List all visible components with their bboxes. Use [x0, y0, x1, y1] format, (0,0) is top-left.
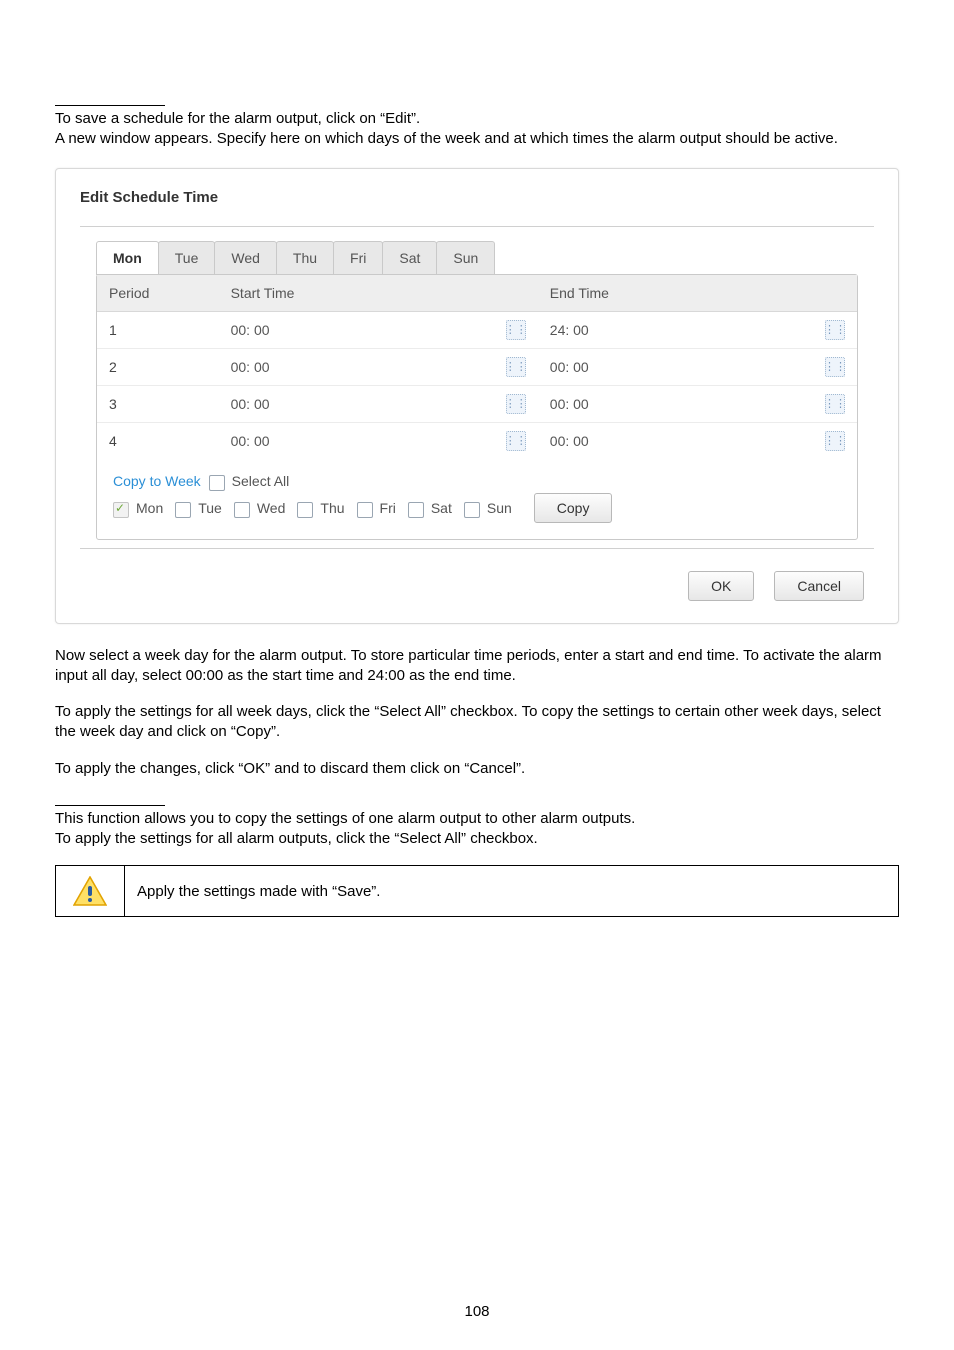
copy-day-mon-checkbox	[113, 502, 129, 518]
schedule-table: Period Start Time End Time 100: 00⋮⋮24: …	[97, 275, 857, 459]
copy-day-fri-checkbox[interactable]	[357, 502, 373, 518]
end-time-value[interactable]: 00: 00	[550, 433, 819, 449]
body-p2: To apply the settings for all week days,…	[55, 702, 899, 743]
body-p1: Now select a week day for the alarm outp…	[55, 646, 899, 687]
tab-sat[interactable]: Sat	[382, 241, 437, 274]
end-time-cell: 24: 00 ⋮⋮	[538, 311, 857, 348]
end-time-cell: 00: 00 ⋮⋮	[538, 348, 857, 385]
start-time-value[interactable]: 00: 00	[231, 322, 500, 338]
edit-schedule-dialog: Edit Schedule Time Mon Tue Wed Thu Fri S…	[55, 168, 899, 624]
copy-day-sun-checkbox[interactable]	[464, 502, 480, 518]
col-period: Period	[97, 275, 219, 312]
body-text: Now select a week day for the alarm outp…	[55, 646, 899, 850]
copy-day-thu-label: Thu	[320, 500, 344, 516]
end-time-cell: 00: 00 ⋮⋮	[538, 385, 857, 422]
tab-mon[interactable]: Mon	[96, 241, 159, 274]
dialog-actions: OK Cancel	[80, 571, 874, 601]
period-cell: 3	[97, 385, 219, 422]
start-time-value[interactable]: 00: 00	[231, 359, 500, 375]
copy-day-sat-checkbox[interactable]	[408, 502, 424, 518]
section-divider-2	[55, 805, 165, 806]
period-cell: 1	[97, 311, 219, 348]
ok-button[interactable]: OK	[688, 571, 754, 601]
tab-tue[interactable]: Tue	[158, 241, 216, 274]
start-time-value[interactable]: 00: 00	[231, 396, 500, 412]
info-icon-cell	[56, 866, 125, 917]
tab-thu[interactable]: Thu	[276, 241, 334, 274]
time-stepper-icon[interactable]: ⋮⋮	[825, 394, 845, 414]
start-time-cell: 00: 00 ⋮⋮	[219, 422, 538, 459]
copy-day-wed-checkbox[interactable]	[234, 502, 250, 518]
time-stepper-icon[interactable]: ⋮⋮	[825, 320, 845, 340]
copy-day-tue-label: Tue	[198, 500, 222, 516]
section-divider	[55, 105, 165, 106]
tab-sun[interactable]: Sun	[436, 241, 495, 274]
table-row: 4 00: 00 ⋮⋮ 00: 00 ⋮⋮	[97, 422, 857, 459]
col-start: Start Time	[219, 275, 538, 312]
copy-day-sun-label: Sun	[487, 500, 512, 516]
copy-day-mon-label: Mon	[136, 500, 163, 516]
body-p3: To apply the changes, click “OK” and to …	[55, 759, 899, 779]
start-time-cell: 00: 00 ⋮⋮	[219, 385, 538, 422]
body-p5: To apply the settings for all alarm outp…	[55, 829, 899, 849]
intro-text: To save a schedule for the alarm output,…	[55, 109, 899, 150]
period-cell: 2	[97, 348, 219, 385]
time-stepper-icon[interactable]: ⋮⋮	[825, 431, 845, 451]
select-all-label: Select All	[232, 473, 290, 489]
end-time-value[interactable]: 00: 00	[550, 396, 819, 412]
copy-day-fri-label: Fri	[380, 500, 396, 516]
warning-info-icon	[73, 876, 107, 906]
col-end: End Time	[538, 275, 857, 312]
intro-line-2: A new window appears. Specify here on wh…	[55, 129, 899, 149]
copy-days-row: Mon Tue Wed Thu Fri Sat Sun Copy	[113, 493, 841, 523]
start-time-cell: 00: 00 ⋮⋮	[219, 311, 538, 348]
start-time-cell: 00: 00 ⋮⋮	[219, 348, 538, 385]
info-note-text: Apply the settings made with “Save”.	[125, 866, 899, 917]
dialog-inner: Mon Tue Wed Thu Fri Sat Sun Period Start…	[80, 226, 874, 549]
intro-line-1: To save a schedule for the alarm output,…	[55, 109, 899, 129]
time-stepper-icon[interactable]: ⋮⋮	[506, 431, 526, 451]
table-row: 2 00: 00 ⋮⋮ 00: 00 ⋮⋮	[97, 348, 857, 385]
copy-day-wed-label: Wed	[257, 500, 286, 516]
copy-button[interactable]: Copy	[534, 493, 613, 523]
tab-body: Period Start Time End Time 100: 00⋮⋮24: …	[96, 274, 858, 540]
end-time-cell: 00: 00 ⋮⋮	[538, 422, 857, 459]
copy-to-week-label: Copy to Week	[113, 473, 201, 489]
time-stepper-icon[interactable]: ⋮⋮	[506, 357, 526, 377]
tab-wed[interactable]: Wed	[214, 241, 277, 274]
end-time-value[interactable]: 24: 00	[550, 322, 819, 338]
copy-day-sat-label: Sat	[431, 500, 452, 516]
info-note-table: Apply the settings made with “Save”.	[55, 865, 899, 917]
dialog-title: Edit Schedule Time	[80, 189, 874, 206]
time-stepper-icon[interactable]: ⋮⋮	[506, 320, 526, 340]
copy-day-thu-checkbox[interactable]	[297, 502, 313, 518]
day-tabs: Mon Tue Wed Thu Fri Sat Sun	[96, 241, 494, 275]
table-row: 3 00: 00 ⋮⋮ 00: 00 ⋮⋮	[97, 385, 857, 422]
time-stepper-icon[interactable]: ⋮⋮	[825, 357, 845, 377]
body-p4: This function allows you to copy the set…	[55, 809, 899, 829]
cancel-button[interactable]: Cancel	[774, 571, 864, 601]
end-time-value[interactable]: 00: 00	[550, 359, 819, 375]
copy-to-week-row: Copy to Week Select All	[113, 473, 841, 489]
tab-fri[interactable]: Fri	[333, 241, 383, 274]
select-all-checkbox[interactable]	[209, 475, 225, 491]
period-cell: 4	[97, 422, 219, 459]
copy-day-tue-checkbox[interactable]	[175, 502, 191, 518]
table-row: 1 00: 00 ⋮⋮ 24: 00 ⋮⋮	[97, 311, 857, 348]
time-stepper-icon[interactable]: ⋮⋮	[506, 394, 526, 414]
page-number: 108	[0, 1303, 954, 1320]
start-time-value[interactable]: 00: 00	[231, 433, 500, 449]
